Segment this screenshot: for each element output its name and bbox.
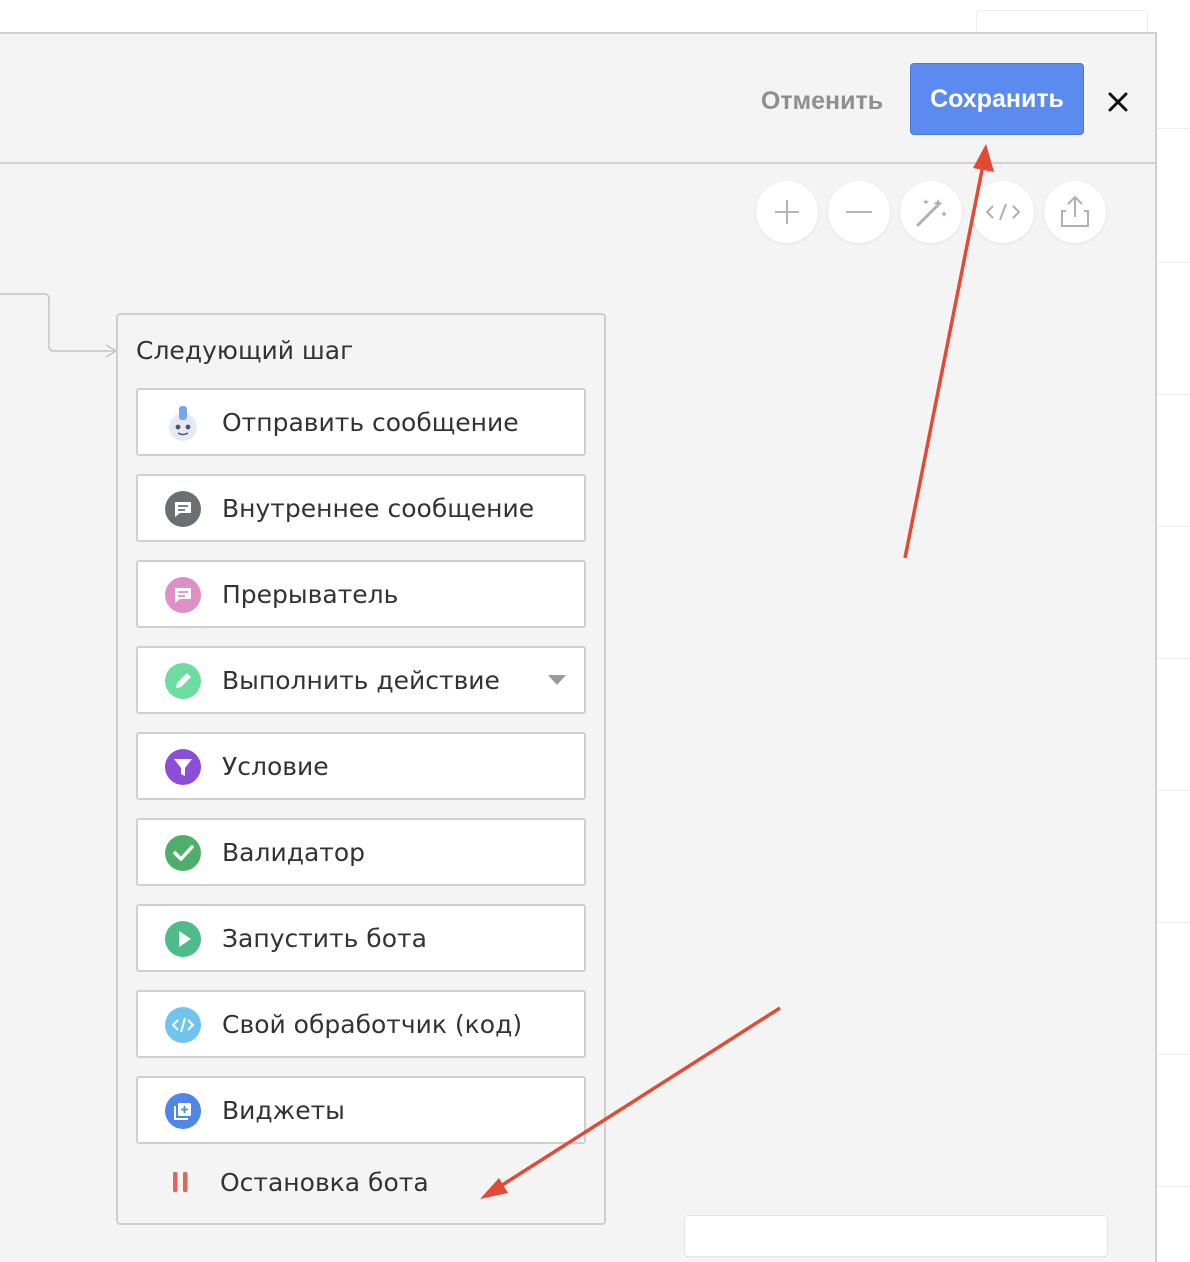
- step-label: Свой обработчик (код): [222, 1010, 523, 1039]
- pause-icon: [173, 1172, 188, 1192]
- chevron-down-icon[interactable]: [548, 675, 566, 685]
- step-stop-bot[interactable]: Остановка бота: [136, 1150, 586, 1218]
- step-start-bot[interactable]: Запустить бота: [136, 904, 586, 972]
- step-internal-message[interactable]: Внутреннее сообщение: [136, 474, 586, 542]
- bot-face-icon: [169, 406, 197, 441]
- step-label: Запустить бота: [222, 924, 427, 953]
- step-validator[interactable]: Валидатор: [136, 818, 586, 886]
- pencil-icon: [165, 663, 201, 699]
- code-icon: [165, 1007, 201, 1043]
- play-icon: [165, 921, 201, 957]
- chat-bubble-icon: [165, 491, 201, 527]
- step-label: Валидатор: [222, 838, 366, 867]
- step-send-message[interactable]: Отправить сообщение: [136, 388, 586, 456]
- step-perform-action[interactable]: Выполнить действие: [136, 646, 586, 714]
- step-custom-handler[interactable]: Свой обработчик (код): [136, 990, 586, 1058]
- step-label: Отправить сообщение: [222, 408, 519, 437]
- step-label: Выполнить действие: [222, 666, 500, 695]
- step-condition[interactable]: Условие: [136, 732, 586, 800]
- step-label: Прерыватель: [222, 580, 399, 609]
- step-interrupter[interactable]: Прерыватель: [136, 560, 586, 628]
- chat-bubble-icon: [165, 577, 201, 613]
- panel-title: Следующий шаг: [136, 336, 354, 365]
- step-label: Остановка бота: [220, 1168, 429, 1197]
- filter-icon: [165, 749, 201, 785]
- check-icon: [165, 835, 201, 871]
- step-label: Условие: [222, 752, 329, 781]
- bottom-panel: [684, 1215, 1108, 1257]
- widgets-icon: [165, 1093, 201, 1129]
- step-label: Виджеты: [222, 1096, 345, 1125]
- step-widgets[interactable]: Виджеты: [136, 1076, 586, 1144]
- step-label: Внутреннее сообщение: [222, 494, 535, 523]
